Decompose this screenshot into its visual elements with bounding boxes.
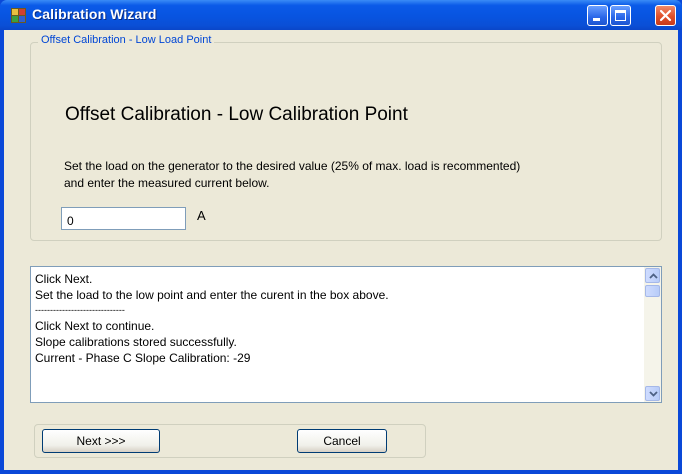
log-lines: Click Next. Set the load to the low poin… <box>35 272 635 366</box>
calibration-wizard-window: Calibration Wizard Offset Calibration - … <box>0 0 682 474</box>
log-line: ------------------------------ <box>35 305 125 316</box>
minimize-icon <box>593 18 600 21</box>
maximize-button[interactable] <box>610 5 631 26</box>
title-bar[interactable]: Calibration Wizard <box>0 0 682 30</box>
page-title: Offset Calibration - Low Calibration Poi… <box>65 104 408 125</box>
next-button[interactable]: Next >>> <box>42 429 160 453</box>
instruction-line-2: and enter the measured current below. <box>64 176 270 190</box>
group-legend: Offset Calibration - Low Load Point <box>38 34 215 46</box>
log-line: Click Next to continue. <box>35 319 155 334</box>
cancel-button[interactable]: Cancel <box>297 429 387 453</box>
log-textbox[interactable]: Click Next. Set the load to the low poin… <box>30 266 662 403</box>
app-icon <box>11 8 26 23</box>
minimize-button[interactable] <box>587 5 608 26</box>
chevron-down-icon <box>649 391 658 397</box>
unit-label: A <box>197 208 206 223</box>
instruction-text: Set the load on the generator to the des… <box>64 158 664 192</box>
current-input[interactable] <box>61 207 186 230</box>
chevron-up-icon <box>649 273 658 279</box>
vertical-scrollbar[interactable] <box>644 267 661 402</box>
scroll-down-button[interactable] <box>645 386 660 401</box>
close-button[interactable] <box>655 5 676 26</box>
maximize-icon <box>615 10 626 21</box>
close-icon <box>659 9 672 22</box>
log-line: Click Next. <box>35 272 93 286</box>
instruction-line-1: Set the load on the generator to the des… <box>64 159 521 173</box>
log-line: Set the load to the low point and enter … <box>35 287 389 302</box>
scroll-up-button[interactable] <box>645 268 660 283</box>
scroll-thumb[interactable] <box>645 285 660 297</box>
window-title: Calibration Wizard <box>32 6 157 22</box>
log-line: Current - Phase C Slope Calibration: -29 <box>35 350 251 365</box>
log-line: Slope calibrations stored successfully. <box>35 334 237 349</box>
